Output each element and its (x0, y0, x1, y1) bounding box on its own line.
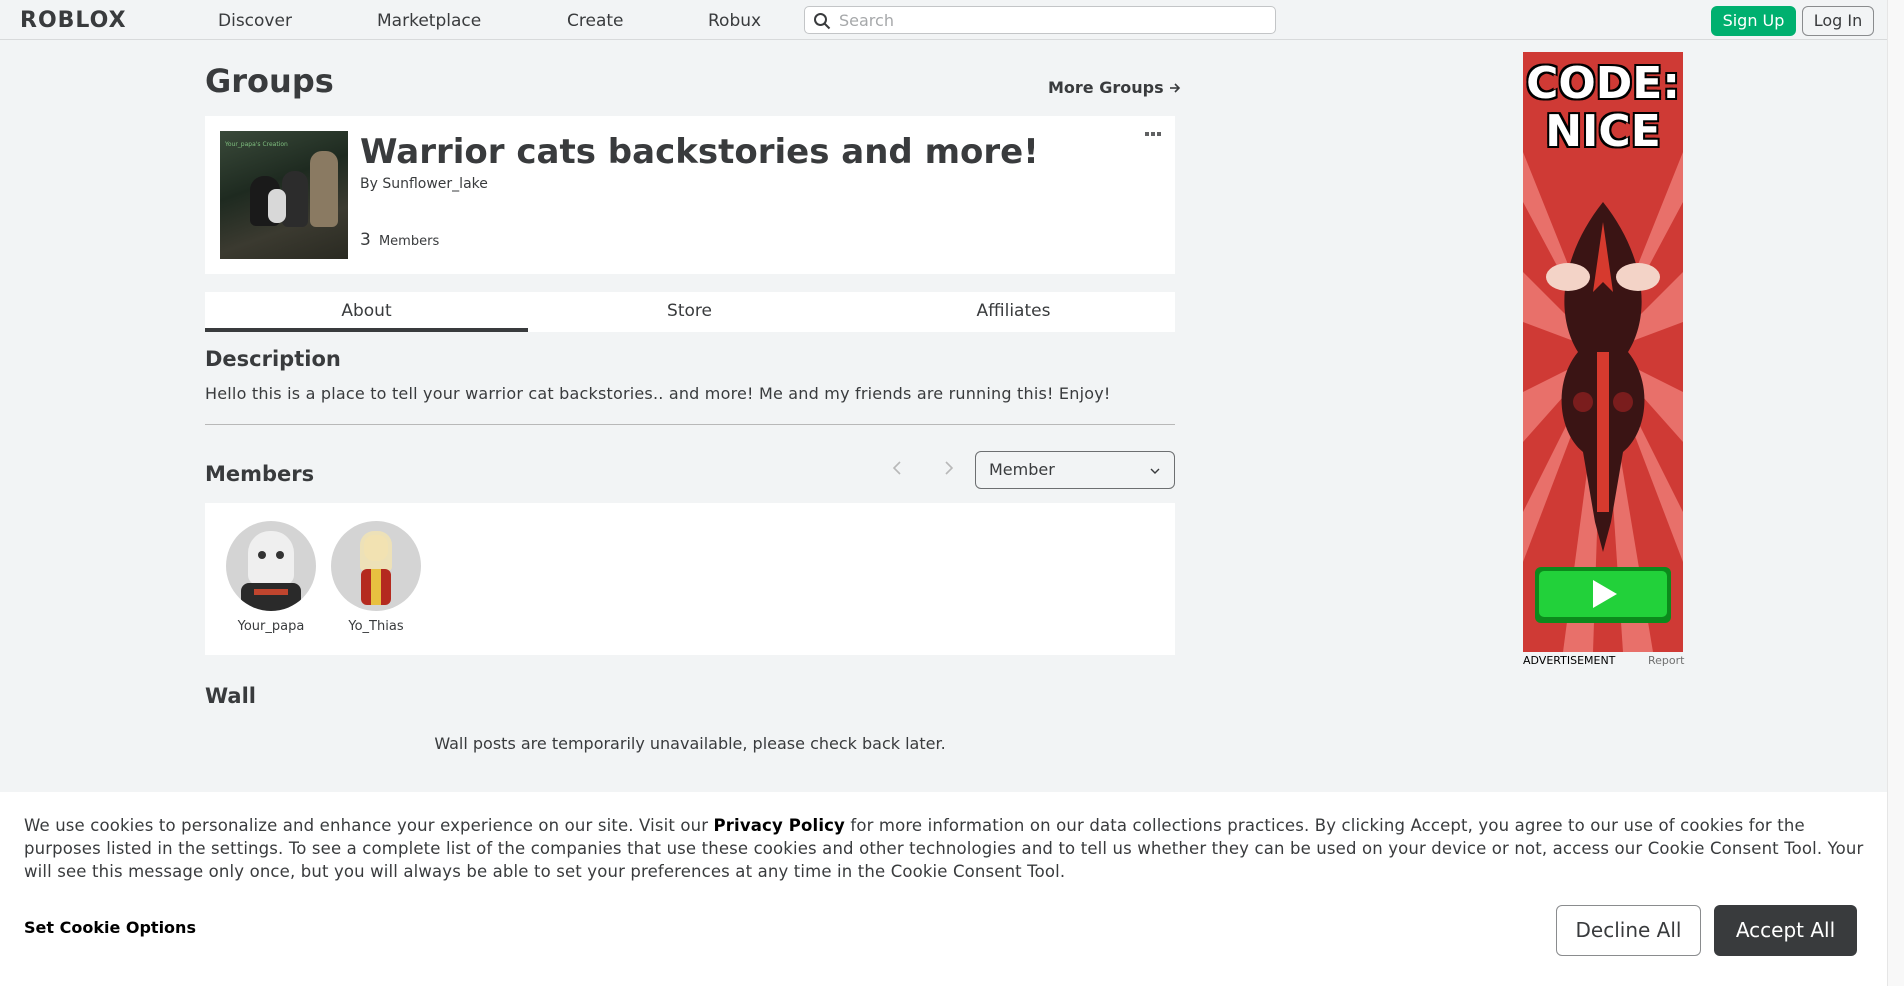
by-label: By (360, 176, 378, 192)
avatar[interactable] (331, 521, 421, 611)
description-text: Hello this is a place to tell your warri… (205, 384, 1111, 403)
log-in-button[interactable]: Log In (1802, 6, 1874, 36)
description-title: Description (205, 347, 341, 371)
group-tabs: About Store Affiliates (205, 292, 1175, 332)
report-ad-link[interactable]: Report (1648, 654, 1684, 667)
chevron-right-icon[interactable] (942, 460, 956, 476)
group-owner-line: By Sunflower_lake (360, 176, 488, 192)
group-member-count: 3 Members (360, 230, 439, 250)
emblem-overlay-text: Your_papa's Creation (225, 141, 288, 148)
search-box[interactable] (804, 6, 1276, 34)
wall-unavailable-message: Wall posts are temporarily unavailable, … (434, 734, 946, 753)
ad-headline-line: NICE (1545, 106, 1661, 157)
group-name: Warrior cats backstories and more! (360, 132, 1039, 172)
nav-robux[interactable]: Robux (708, 11, 761, 31)
tab-affiliates[interactable]: Affiliates (852, 292, 1175, 332)
group-owner-link[interactable]: Sunflower_lake (382, 176, 488, 192)
section-divider (205, 424, 1175, 425)
member-card[interactable]: Yo_Thias (330, 521, 422, 634)
set-cookie-options-link[interactable]: Set Cookie Options (24, 918, 196, 937)
nav-discover[interactable]: Discover (218, 11, 292, 31)
group-header-card: Your_papa's Creation Warrior cats backst… (205, 116, 1175, 274)
accept-all-button[interactable]: Accept All (1714, 905, 1857, 956)
more-options-icon[interactable] (1145, 132, 1163, 140)
members-title: Members (205, 462, 315, 486)
roblox-logo[interactable]: ROBLOX (20, 8, 127, 33)
member-name[interactable]: Yo_Thias (330, 619, 422, 634)
members-list: Your_papa Yo_Thias (205, 503, 1175, 655)
top-navigation-bar: ROBLOX Discover Marketplace Create Robux… (0, 0, 1887, 40)
arrow-right-icon (1170, 83, 1181, 93)
wall-title: Wall (205, 684, 256, 708)
chevron-left-icon[interactable] (890, 460, 904, 476)
tab-about[interactable]: About (205, 292, 528, 332)
emblem-cat-figure (268, 189, 286, 223)
chevron-down-icon (1150, 468, 1160, 474)
ad-headline: CODE: NICE (1523, 60, 1683, 156)
cookie-message: We use cookies to personalize and enhanc… (24, 814, 1864, 883)
privacy-policy-link[interactable]: Privacy Policy (714, 816, 845, 835)
nav-marketplace[interactable]: Marketplace (377, 11, 481, 31)
member-count-value: 3 (360, 230, 371, 250)
more-groups-link[interactable]: More Groups (1048, 78, 1181, 97)
tab-store[interactable]: Store (528, 292, 851, 332)
page-title: Groups (205, 62, 334, 100)
group-emblem-image: Your_papa's Creation (220, 131, 348, 259)
vertical-scrollbar[interactable] (1887, 0, 1904, 986)
search-icon (814, 13, 831, 30)
role-dropdown[interactable]: Member (975, 451, 1175, 489)
advertisement-banner[interactable]: CODE: NICE (1523, 52, 1683, 652)
search-input[interactable] (839, 9, 1259, 31)
member-name[interactable]: Your_papa (225, 619, 317, 634)
sign-up-button[interactable]: Sign Up (1711, 6, 1796, 36)
member-card[interactable]: Your_papa (225, 521, 317, 634)
cookie-consent-banner: We use cookies to personalize and enhanc… (0, 792, 1887, 986)
cookie-text-part: We use cookies to personalize and enhanc… (24, 816, 714, 835)
avatar[interactable] (226, 521, 316, 611)
more-groups-label: More Groups (1048, 78, 1164, 97)
nav-create[interactable]: Create (567, 11, 624, 31)
advertisement-label: ADVERTISEMENT (1523, 654, 1616, 667)
decline-all-button[interactable]: Decline All (1556, 905, 1701, 956)
ad-headline-line: CODE: (1526, 58, 1680, 109)
role-selected-value: Member (989, 460, 1055, 479)
member-count-label: Members (378, 234, 440, 249)
emblem-cat-figure (310, 151, 338, 227)
